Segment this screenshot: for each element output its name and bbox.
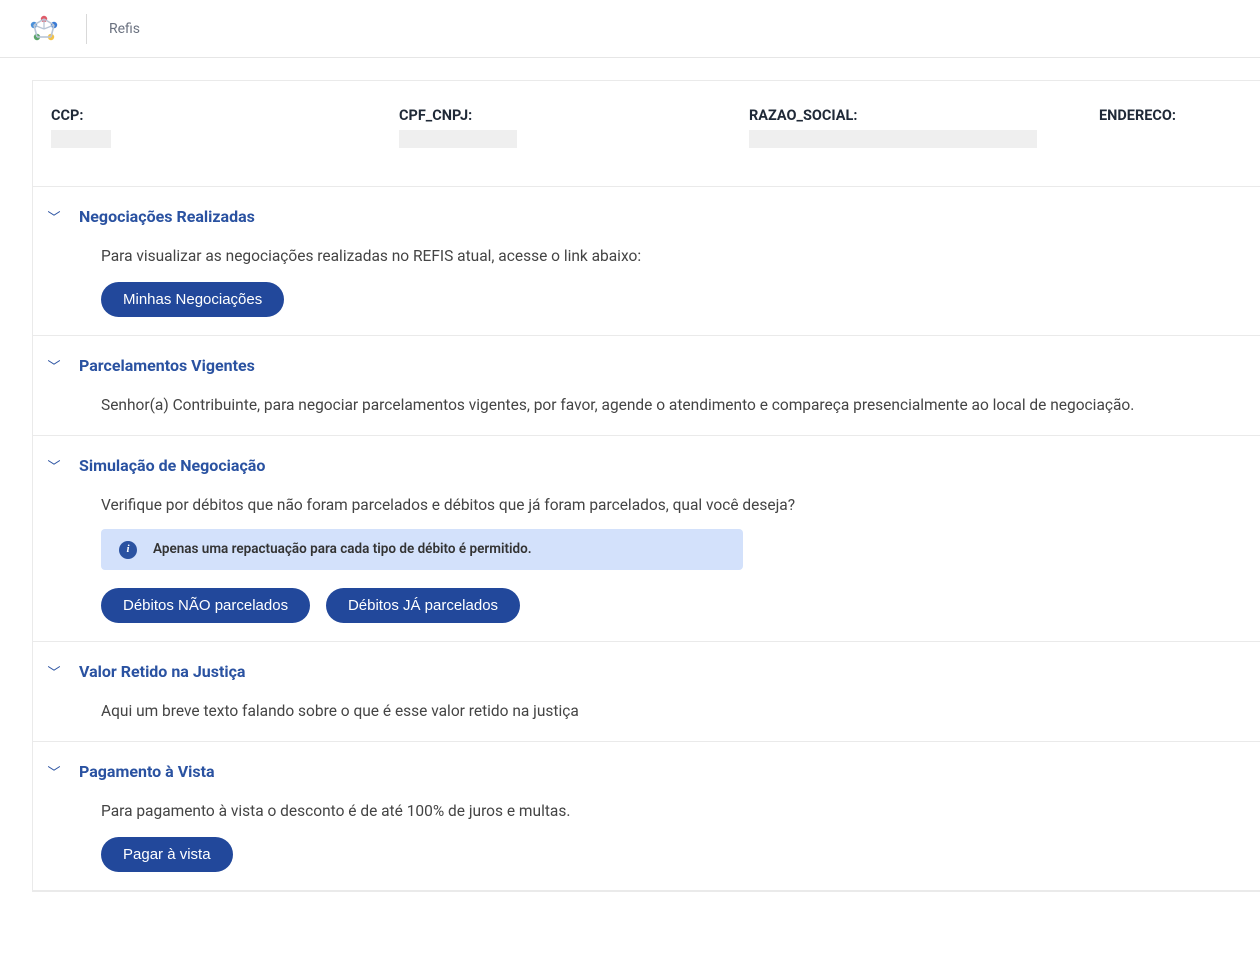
section-header-valor-retido[interactable]: ﹀ Valor Retido na Justiça [43,658,1250,685]
main-card: CCP: CPF_CNPJ: RAZAO_SOCIAL: ENDERECO: ﹀… [32,80,1260,892]
info-cpf-label: CPF_CNPJ: [399,107,749,124]
info-endereco: ENDERECO: [1099,107,1176,152]
app-title: Refis [109,21,140,37]
section-body-negociacoes: Para visualizar as negociações realizada… [43,230,1250,317]
section-header-pagamento[interactable]: ﹀ Pagamento à Vista [43,758,1250,785]
topbar: Refis [0,0,1260,58]
simulacao-text: Verifique por débitos que não foram parc… [101,493,1250,517]
section-title-pagamento: Pagamento à Vista [79,762,215,781]
info-razao: RAZAO_SOCIAL: [749,107,1099,152]
section-negociacoes: ﹀ Negociações Realizadas Para visualizar… [33,187,1260,336]
page-content: CCP: CPF_CNPJ: RAZAO_SOCIAL: ENDERECO: ﹀… [0,58,1260,932]
info-row: CCP: CPF_CNPJ: RAZAO_SOCIAL: ENDERECO: [33,81,1260,187]
info-endereco-label: ENDERECO: [1099,107,1176,124]
simulacao-alert: i Apenas uma repactuação para cada tipo … [101,529,743,570]
section-parcelamentos: ﹀ Parcelamentos Vigentes Senhor(a) Contr… [33,336,1260,436]
section-simulacao: ﹀ Simulação de Negociação Verifique por … [33,436,1260,642]
info-icon: i [119,541,137,559]
chevron-down-icon: ﹀ [47,662,61,681]
info-ccp: CCP: [51,107,399,152]
chevron-down-icon: ﹀ [47,356,61,375]
section-title-parcelamentos: Parcelamentos Vigentes [79,356,255,375]
section-body-valor-retido: Aqui um breve texto falando sobre o que … [43,685,1250,723]
section-body-pagamento: Para pagamento à vista o desconto é de a… [43,785,1250,872]
section-pagamento: ﹀ Pagamento à Vista Para pagamento à vis… [33,742,1260,891]
divider [86,14,87,44]
valor-retido-text: Aqui um breve texto falando sobre o que … [101,699,1250,723]
section-title-negociacoes: Negociações Realizadas [79,207,255,226]
simulacao-alert-text: Apenas uma repactuação para cada tipo de… [153,539,532,560]
debitos-nao-parcelados-button[interactable]: Débitos NÃO parcelados [101,588,310,623]
chevron-down-icon: ﹀ [47,456,61,475]
debitos-ja-parcelados-button[interactable]: Débitos JÁ parcelados [326,588,520,623]
info-cpf-value [399,130,517,148]
info-ccp-value [51,130,111,148]
minhas-negociacoes-button[interactable]: Minhas Negociações [101,282,284,317]
section-header-simulacao[interactable]: ﹀ Simulação de Negociação [43,452,1250,479]
section-body-parcelamentos: Senhor(a) Contribuinte, para negociar pa… [43,379,1250,417]
negociacoes-text: Para visualizar as negociações realizada… [101,244,1250,268]
parcelamentos-text: Senhor(a) Contribuinte, para negociar pa… [101,393,1250,417]
info-ccp-label: CCP: [51,107,399,124]
section-title-simulacao: Simulação de Negociação [79,456,265,475]
section-valor-retido: ﹀ Valor Retido na Justiça Aqui um breve … [33,642,1260,742]
pagar-a-vista-button[interactable]: Pagar à vista [101,837,233,872]
section-title-valor-retido: Valor Retido na Justiça [79,662,245,681]
info-cpf: CPF_CNPJ: [399,107,749,152]
chevron-down-icon: ﹀ [47,207,61,226]
section-header-negociacoes[interactable]: ﹀ Negociações Realizadas [43,203,1250,230]
info-razao-label: RAZAO_SOCIAL: [749,107,1099,124]
chevron-down-icon: ﹀ [47,762,61,781]
info-razao-value [749,130,1037,148]
section-body-simulacao: Verifique por débitos que não foram parc… [43,479,1250,623]
pagamento-text: Para pagamento à vista o desconto é de a… [101,799,1250,823]
app-logo-icon [24,9,64,49]
section-header-parcelamentos[interactable]: ﹀ Parcelamentos Vigentes [43,352,1250,379]
